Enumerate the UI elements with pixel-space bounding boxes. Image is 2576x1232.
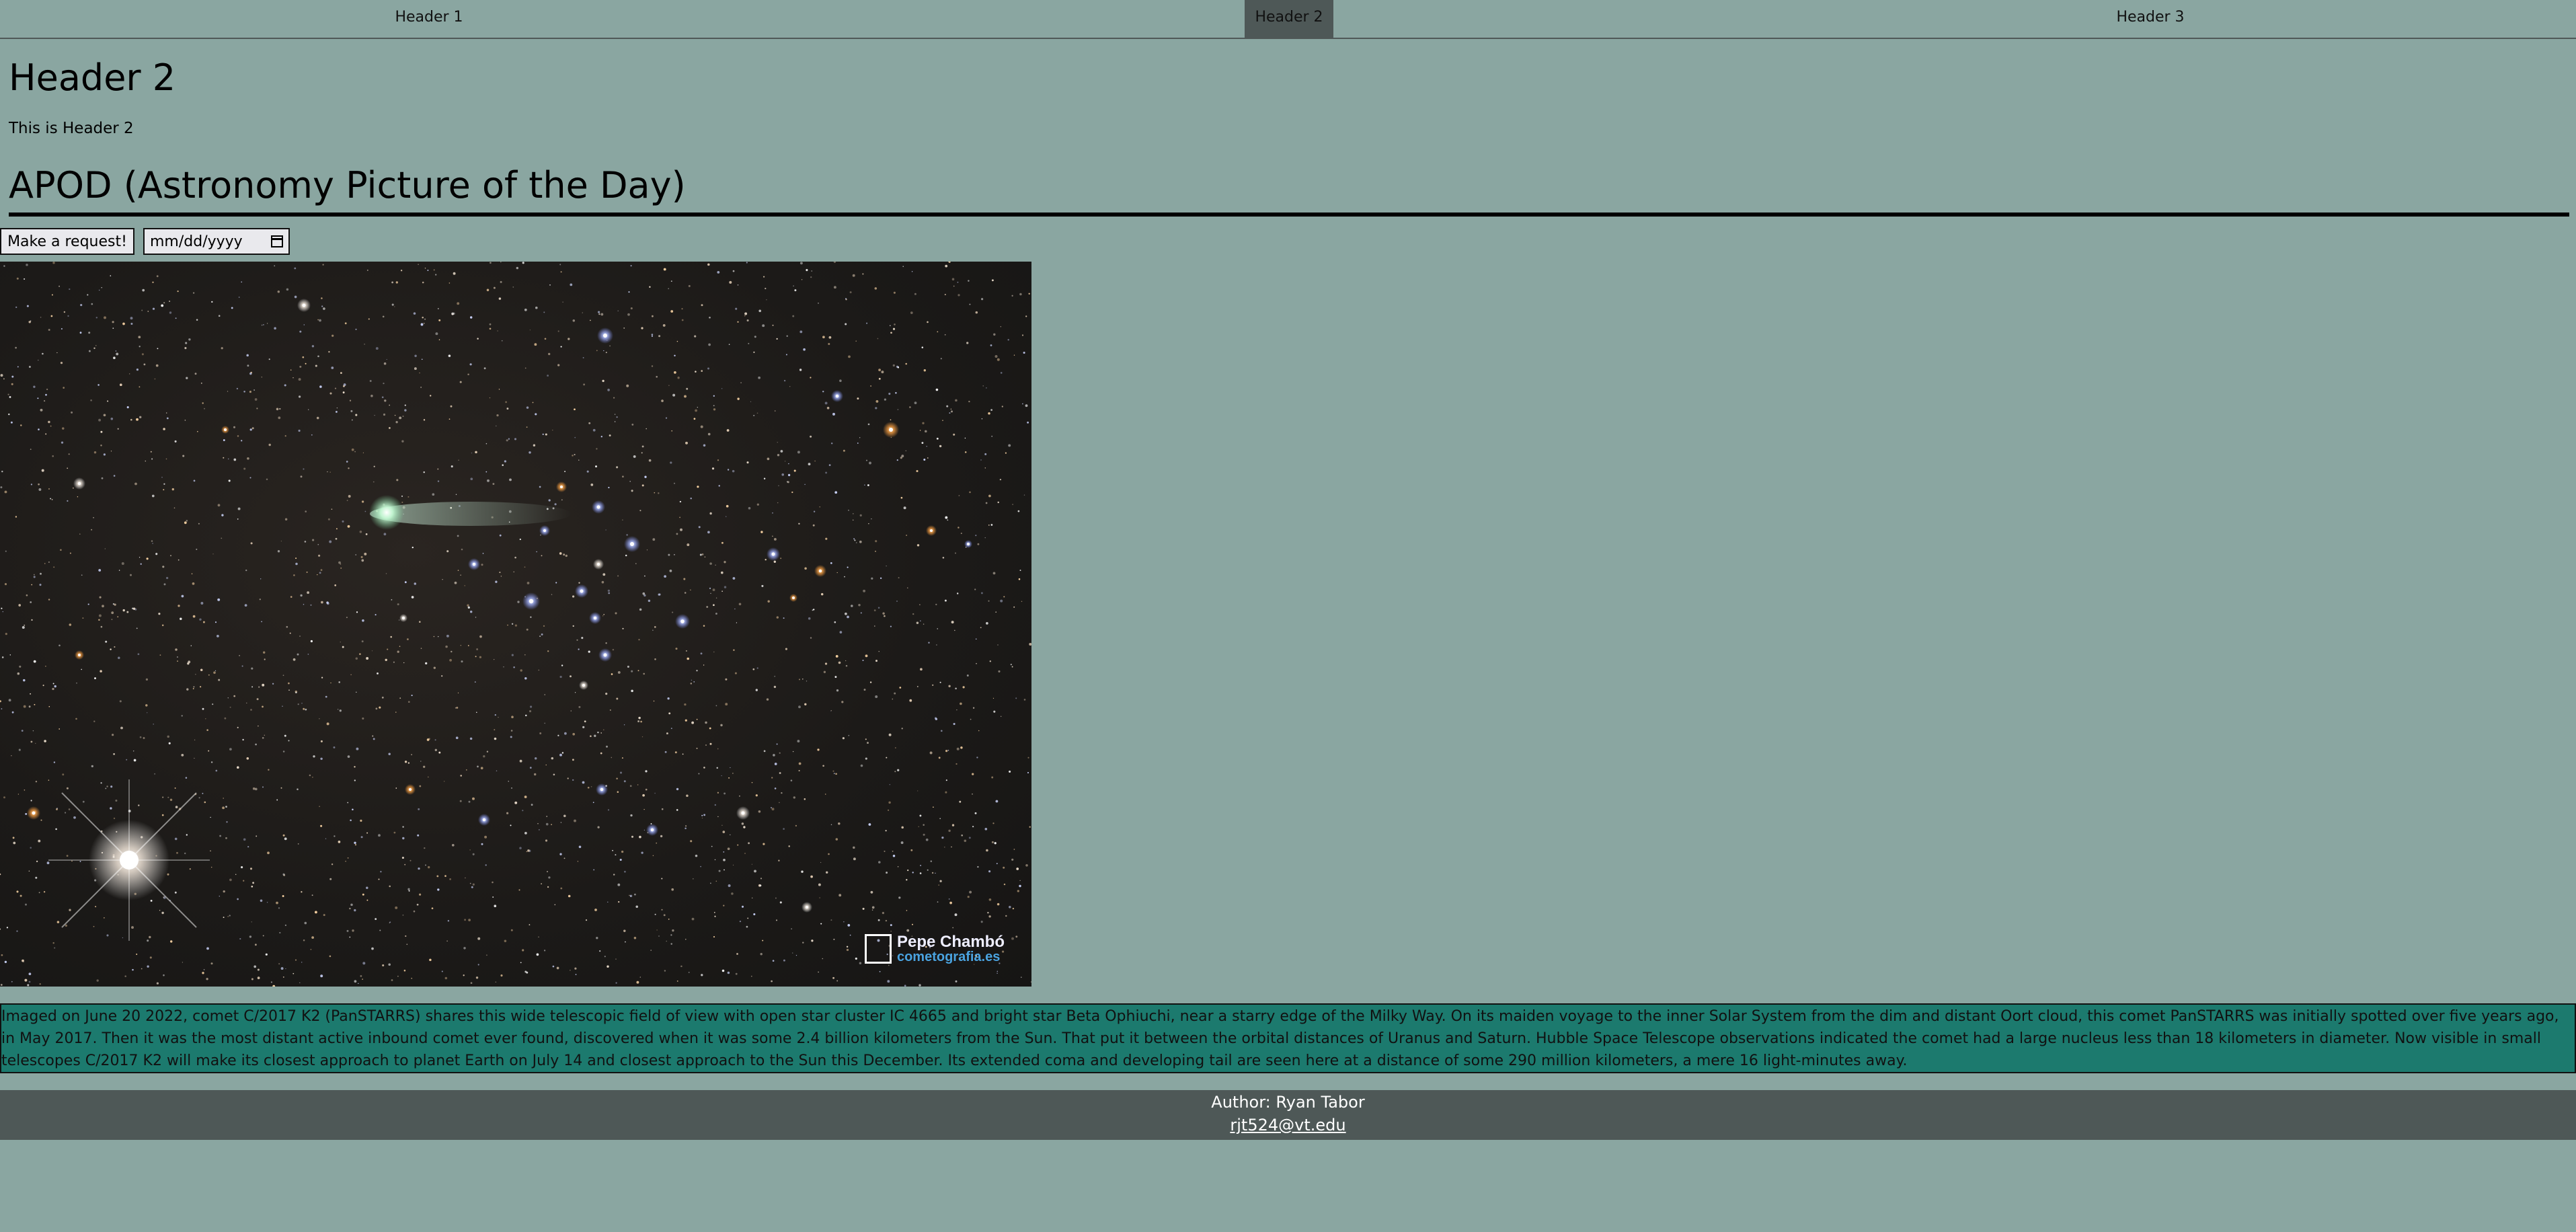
footer: Author: Ryan Tabor rjt524@vt.edu	[0, 1090, 2576, 1140]
section-divider	[9, 213, 2569, 217]
apod-image: Pepe Chambó cometografia.es	[0, 262, 1031, 987]
starfield-graphic	[0, 262, 1031, 987]
watermark-name: Pepe Chambó	[896, 933, 1005, 951]
apod-explanation: Imaged on June 20 2022, comet C/2017 K2 …	[0, 1003, 2576, 1073]
page-intro: This is Header 2	[9, 120, 134, 137]
nav-item-header-2[interactable]: Header 2	[1245, 0, 1333, 38]
footer-email-link[interactable]: rjt524@vt.edu	[1230, 1116, 1345, 1134]
nav-item-header-3[interactable]: Header 3	[2071, 0, 2230, 38]
date-input[interactable]: mm/dd/yyyy	[143, 228, 290, 255]
footer-author: Author: Ryan Tabor	[1211, 1093, 1365, 1112]
calendar-icon[interactable]	[271, 235, 283, 247]
date-placeholder: mm/dd/yyyy	[150, 233, 243, 250]
comet-coma	[369, 495, 404, 530]
nav-item-header-1[interactable]: Header 1	[350, 0, 508, 38]
watermark-site: cometografia.es	[896, 950, 1001, 964]
bright-star	[48, 779, 210, 941]
watermark: Pepe Chambó cometografia.es	[864, 933, 1005, 964]
apod-section-title: APOD (Astronomy Picture of the Day)	[9, 164, 686, 206]
make-request-button[interactable]: Make a request!	[0, 228, 134, 255]
page-title: Header 2	[9, 56, 176, 99]
watermark-logo-icon	[864, 934, 892, 964]
top-nav: Header 1 Header 2 Header 3	[0, 0, 2576, 39]
